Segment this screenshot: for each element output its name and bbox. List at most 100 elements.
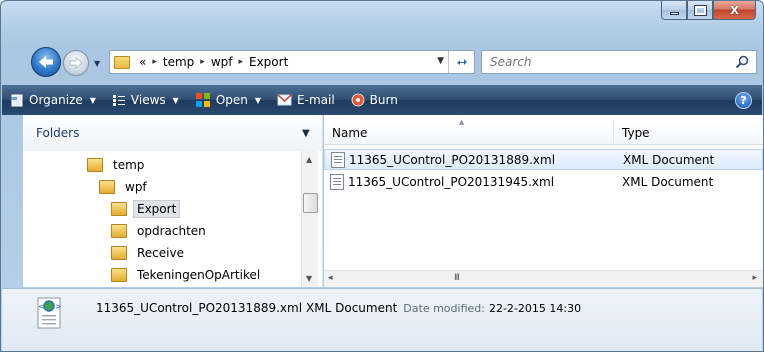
minimize-icon bbox=[669, 11, 679, 15]
chevron-down-icon[interactable]: ▼ bbox=[302, 128, 310, 139]
column-header-name[interactable]: ▲ Name bbox=[324, 118, 614, 144]
arrow-left-icon bbox=[39, 56, 53, 68]
tree-item-export[interactable]: Export bbox=[111, 198, 181, 220]
views-button[interactable]: Views ▼ bbox=[104, 85, 187, 115]
column-header-type-label: Type bbox=[622, 125, 650, 140]
scroll-grip[interactable]: III bbox=[454, 273, 460, 283]
views-label: Views bbox=[130, 93, 166, 107]
tree-item-label: Receive bbox=[137, 246, 184, 260]
breadcrumb-item-export[interactable]: Export bbox=[249, 55, 288, 69]
tree-item-tekeningenopartikel[interactable]: TekeningenOpArtikel bbox=[111, 264, 264, 286]
sort-ascending-icon: ▲ bbox=[459, 118, 465, 126]
xml-file-icon bbox=[330, 173, 344, 190]
details-file-name: 11365_UControl_PO20131889.xml bbox=[96, 301, 303, 315]
breadcrumb-separator[interactable]: ▸ bbox=[238, 57, 243, 67]
file-list-horizontal-scrollbar[interactable]: ◂ III ▸ bbox=[324, 270, 763, 287]
file-name: 11365_UControl_PO20131889.xml bbox=[349, 152, 556, 167]
maximize-icon bbox=[693, 4, 707, 16]
details-text: 11365_UControl_PO20131889.xml XML Docume… bbox=[96, 301, 581, 315]
file-name: 11365_UControl_PO20131945.xml bbox=[348, 174, 555, 189]
breadcrumb-separator[interactable]: ▸ bbox=[152, 57, 157, 67]
email-label: E-mail bbox=[297, 93, 335, 107]
file-row[interactable]: 11365_UControl_PO20131945.xml XML Docume… bbox=[324, 171, 763, 192]
email-button[interactable]: E-mail bbox=[269, 85, 343, 115]
recent-pages-dropdown-icon[interactable]: ▼ bbox=[94, 59, 100, 68]
tree-item-label: opdrachten bbox=[137, 224, 206, 238]
tree-item-label: temp bbox=[113, 158, 145, 172]
refresh-button[interactable] bbox=[448, 51, 474, 73]
breadcrumb-item-wpf[interactable]: wpf bbox=[211, 55, 233, 69]
file-list-header: ▲ Name Type bbox=[324, 118, 763, 145]
address-bar[interactable]: « ▸ temp ▸ wpf ▸ Export ▼ bbox=[109, 50, 475, 74]
forward-button[interactable] bbox=[63, 50, 89, 76]
open-button[interactable]: Open ▼ bbox=[187, 85, 269, 115]
chevron-down-icon: ▼ bbox=[89, 95, 96, 105]
help-icon[interactable]: ? bbox=[735, 92, 752, 109]
refresh-icon bbox=[456, 59, 467, 65]
minimize-button[interactable] bbox=[661, 1, 687, 20]
folder-icon bbox=[114, 55, 130, 69]
burn-button[interactable]: Burn bbox=[343, 85, 406, 115]
folder-icon bbox=[111, 246, 127, 260]
file-row[interactable]: 11365_UControl_PO20131889.xml XML Docume… bbox=[324, 149, 763, 170]
disc-burn-icon bbox=[351, 93, 365, 107]
folders-header[interactable]: Folders bbox=[23, 115, 322, 151]
maximize-button[interactable] bbox=[687, 1, 713, 20]
scroll-down-icon[interactable]: ▼ bbox=[306, 274, 312, 283]
breadcrumb-overflow[interactable]: « bbox=[139, 55, 146, 69]
details-file-type: XML Document bbox=[306, 301, 398, 315]
folder-icon bbox=[111, 224, 127, 238]
tree-item-wpf[interactable]: wpf bbox=[99, 176, 151, 198]
open-label: Open bbox=[215, 93, 248, 107]
back-button[interactable] bbox=[31, 47, 61, 77]
file-list-pane: ▲ Name Type 11365_UControl_PO20131889.xm… bbox=[324, 115, 763, 287]
caption-buttons: X bbox=[661, 1, 756, 21]
details-pane: < > 11365_UControl_PO20131889.xml XML Do… bbox=[2, 288, 762, 351]
search-box bbox=[481, 50, 757, 74]
scroll-thumb[interactable] bbox=[303, 193, 318, 213]
file-name-cell: 11365_UControl_PO20131889.xml bbox=[325, 151, 615, 168]
tree-item-temp[interactable]: temp bbox=[87, 154, 148, 176]
svg-text:>: > bbox=[55, 302, 62, 311]
search-icon[interactable] bbox=[734, 54, 750, 70]
views-icon bbox=[112, 95, 125, 106]
scroll-left-icon[interactable]: ◂ bbox=[328, 273, 333, 283]
tree-vertical-scrollbar[interactable]: ▲ ▼ bbox=[301, 151, 318, 287]
organize-button[interactable]: Organize ▼ bbox=[2, 85, 104, 115]
close-button[interactable]: X bbox=[713, 1, 756, 20]
breadcrumb: « ▸ temp ▸ wpf ▸ Export bbox=[139, 55, 288, 69]
column-header-name-label: Name bbox=[332, 125, 368, 140]
tree-item-receive[interactable]: Receive bbox=[111, 242, 188, 264]
file-type: XML Document bbox=[623, 152, 715, 167]
arrow-right-icon bbox=[69, 57, 83, 69]
breadcrumb-separator[interactable]: ▸ bbox=[200, 57, 205, 67]
scroll-right-icon[interactable]: ▸ bbox=[752, 273, 757, 283]
navigation-pane: Folders ▼ temp wpf Export opdrachten Rec… bbox=[23, 115, 323, 287]
folders-header-label: Folders bbox=[36, 126, 80, 140]
command-toolbar: Organize ▼ Views ▼ Open ▼ E-mail Burn ? bbox=[2, 85, 762, 115]
breadcrumb-item-temp[interactable]: temp bbox=[163, 55, 194, 69]
chevron-down-icon: ▼ bbox=[254, 95, 262, 105]
address-dropdown-icon[interactable]: ▼ bbox=[437, 56, 444, 66]
address-row: ▼ « ▸ temp ▸ wpf ▸ Export ▼ bbox=[1, 41, 763, 77]
details-modified-value: 22-2-2015 14:30 bbox=[488, 302, 582, 315]
column-header-type[interactable]: Type bbox=[614, 121, 763, 144]
tree-item-label: wpf bbox=[125, 180, 147, 194]
tree-item-label: Export bbox=[133, 200, 181, 218]
tree-item-label: TekeningenOpArtikel bbox=[137, 268, 261, 282]
tree-item-opdrachten[interactable]: opdrachten bbox=[111, 220, 210, 242]
close-icon: X bbox=[730, 3, 739, 17]
file-type: XML Document bbox=[622, 174, 714, 189]
envelope-icon bbox=[277, 94, 292, 106]
xml-document-icon: < > bbox=[37, 297, 62, 329]
folder-icon bbox=[99, 180, 115, 194]
burn-label: Burn bbox=[369, 93, 398, 107]
folder-icon bbox=[87, 158, 103, 172]
organize-label: Organize bbox=[29, 93, 83, 107]
file-name-cell: 11365_UControl_PO20131945.xml bbox=[324, 173, 614, 190]
search-input[interactable] bbox=[490, 52, 728, 72]
svg-text:<: < bbox=[38, 302, 45, 311]
scroll-up-icon[interactable]: ▲ bbox=[306, 155, 312, 164]
organize-icon bbox=[11, 94, 23, 107]
xml-file-icon bbox=[331, 151, 345, 168]
